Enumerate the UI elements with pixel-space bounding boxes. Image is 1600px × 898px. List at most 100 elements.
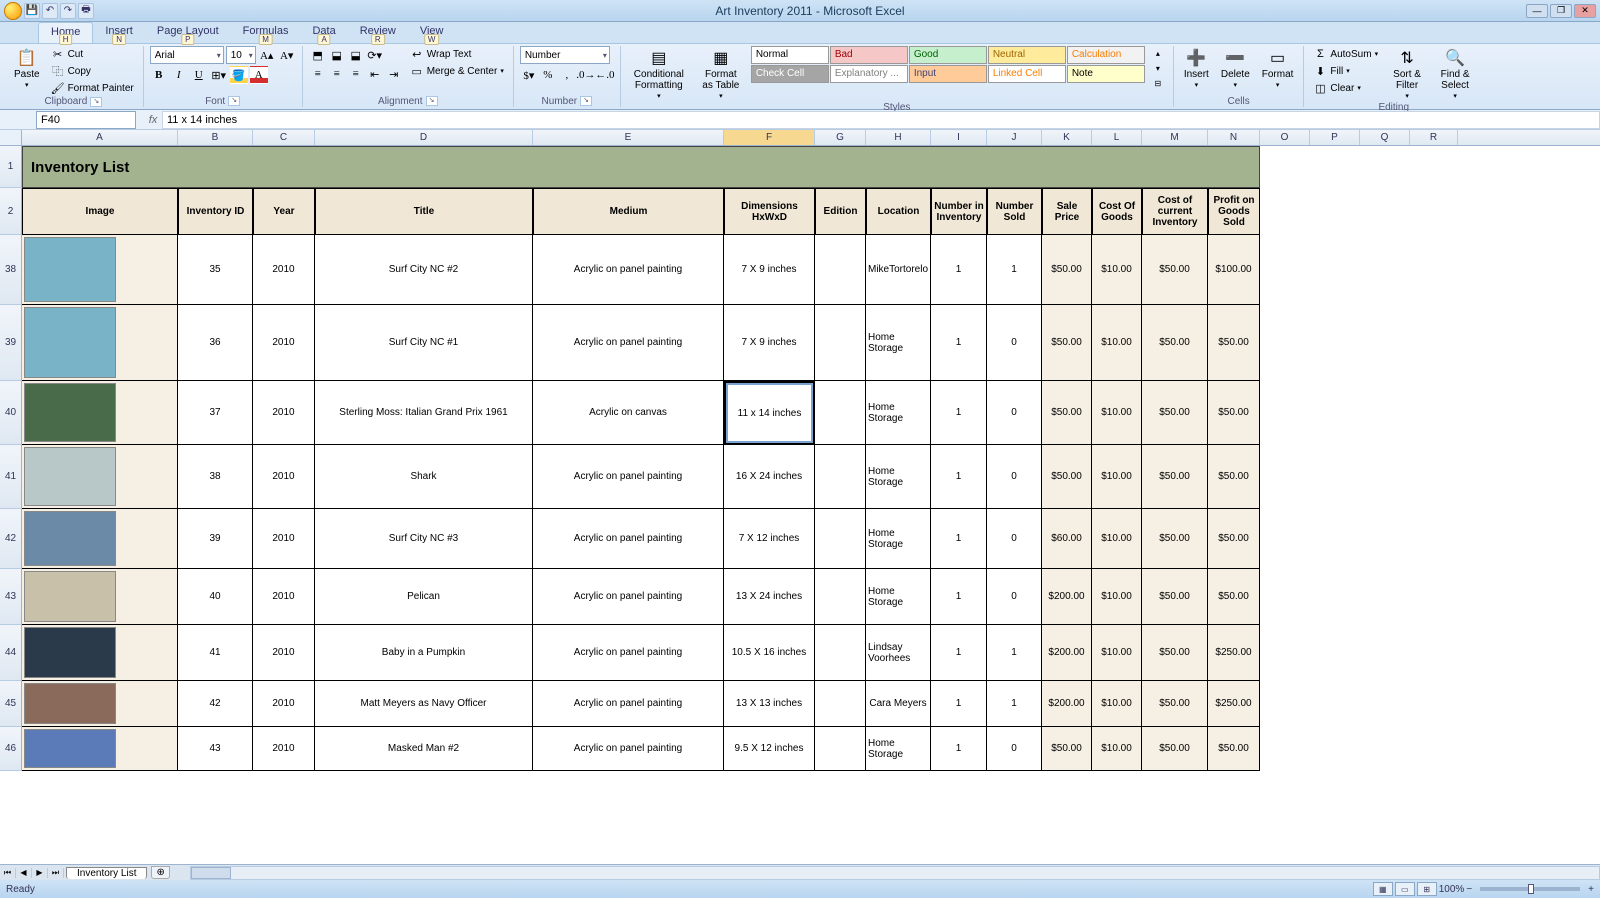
col-header-D[interactable]: D: [315, 130, 533, 145]
decrease-decimal-button[interactable]: ←.0: [596, 66, 614, 84]
bold-button[interactable]: B: [150, 66, 168, 84]
cell[interactable]: Sterling Moss: Italian Grand Prix 1961: [315, 381, 533, 445]
cell[interactable]: 13 X 13 inches: [724, 681, 815, 727]
cell[interactable]: $100.00: [1208, 235, 1260, 305]
cell[interactable]: Surf City NC #1: [315, 305, 533, 381]
cell[interactable]: Matt Meyers as Navy Officer: [315, 681, 533, 727]
style-normal[interactable]: Normal: [751, 46, 829, 64]
col-header-cell[interactable]: Medium: [533, 188, 724, 235]
col-header-cell[interactable]: Year: [253, 188, 315, 235]
cell[interactable]: 1: [931, 681, 987, 727]
italic-button[interactable]: I: [170, 66, 188, 84]
col-header-N[interactable]: N: [1208, 130, 1260, 145]
cell[interactable]: 2010: [253, 305, 315, 381]
cell[interactable]: 0: [987, 569, 1042, 625]
align-top-button[interactable]: ⬒: [309, 46, 327, 64]
col-header-cell[interactable]: Edition: [815, 188, 866, 235]
cell[interactable]: $50.00: [1142, 727, 1208, 771]
col-header-M[interactable]: M: [1142, 130, 1208, 145]
cell[interactable]: Acrylic on panel painting: [533, 305, 724, 381]
align-middle-button[interactable]: ⬓: [328, 46, 346, 64]
cell[interactable]: 7 X 9 inches: [724, 305, 815, 381]
style-linked-cell[interactable]: Linked Cell: [988, 65, 1066, 83]
cell[interactable]: 1: [931, 569, 987, 625]
fill-color-button[interactable]: 🪣: [230, 66, 248, 84]
cell[interactable]: 13 X 24 inches: [724, 569, 815, 625]
row-header[interactable]: 45: [0, 681, 22, 727]
new-sheet-button[interactable]: ⊕: [151, 866, 169, 879]
paste-button[interactable]: 📋 Paste ▾: [10, 46, 44, 91]
cell[interactable]: $10.00: [1092, 727, 1142, 771]
increase-indent-button[interactable]: ⇥: [385, 65, 403, 83]
cell[interactable]: 36: [178, 305, 253, 381]
cell[interactable]: Baby in a Pumpkin: [315, 625, 533, 681]
zoom-thumb[interactable]: [1528, 884, 1534, 894]
tab-insert[interactable]: InsertN: [93, 22, 145, 43]
cell[interactable]: Acrylic on panel painting: [533, 569, 724, 625]
close-button[interactable]: ✕: [1574, 4, 1596, 18]
cell[interactable]: $10.00: [1092, 235, 1142, 305]
find-select-button[interactable]: 🔍Find & Select▾: [1433, 46, 1477, 102]
style-good[interactable]: Good: [909, 46, 987, 64]
font-size-combo[interactable]: 10: [226, 46, 256, 64]
cell[interactable]: 1: [931, 509, 987, 569]
cell[interactable]: $10.00: [1092, 381, 1142, 445]
col-header-L[interactable]: L: [1092, 130, 1142, 145]
col-header-cell[interactable]: Number in Inventory: [931, 188, 987, 235]
minimize-button[interactable]: —: [1526, 4, 1548, 18]
decrease-indent-button[interactable]: ⇤: [366, 65, 384, 83]
cell[interactable]: Surf City NC #3: [315, 509, 533, 569]
cell[interactable]: Home Storage: [866, 509, 931, 569]
cell[interactable]: [815, 625, 866, 681]
col-header-H[interactable]: H: [866, 130, 931, 145]
cell[interactable]: $10.00: [1092, 625, 1142, 681]
sheet-nav-next[interactable]: ▶: [32, 868, 48, 878]
cell[interactable]: [815, 445, 866, 509]
wrap-text-button[interactable]: ↩Wrap Text: [407, 46, 507, 62]
cell[interactable]: $50.00: [1042, 305, 1092, 381]
cell[interactable]: Home Storage: [866, 381, 931, 445]
cell[interactable]: Acrylic on panel painting: [533, 727, 724, 771]
office-button[interactable]: [4, 2, 22, 20]
cell[interactable]: $50.00: [1142, 381, 1208, 445]
undo-icon[interactable]: ↶: [42, 3, 58, 19]
grow-font-button[interactable]: A▴: [258, 46, 276, 64]
cell[interactable]: Home Storage: [866, 727, 931, 771]
align-bottom-button[interactable]: ⬓: [347, 46, 365, 64]
autosum-button[interactable]: ΣAutoSum▾: [1310, 46, 1381, 62]
style-neutral[interactable]: Neutral: [988, 46, 1066, 64]
cell[interactable]: [815, 681, 866, 727]
zoom-slider[interactable]: [1480, 887, 1580, 891]
row-header[interactable]: 43: [0, 569, 22, 625]
cell[interactable]: 39: [178, 509, 253, 569]
column-headers[interactable]: ABCDEFGHIJKLMNOPQR: [0, 130, 1600, 146]
style-note[interactable]: Note: [1067, 65, 1145, 83]
col-header-G[interactable]: G: [815, 130, 866, 145]
align-center-button[interactable]: ≡: [328, 65, 346, 83]
cell[interactable]: [815, 235, 866, 305]
cell[interactable]: $50.00: [1142, 509, 1208, 569]
print-icon[interactable]: 🖶: [78, 3, 94, 19]
cell[interactable]: $50.00: [1142, 235, 1208, 305]
clear-button[interactable]: ◫Clear▾: [1310, 80, 1381, 96]
cell[interactable]: Acrylic on panel painting: [533, 445, 724, 509]
cell[interactable]: Acrylic on panel painting: [533, 681, 724, 727]
col-header-R[interactable]: R: [1410, 130, 1458, 145]
cell[interactable]: 38: [178, 445, 253, 509]
zoom-out-button[interactable]: −: [1466, 884, 1472, 895]
cell[interactable]: $50.00: [1208, 509, 1260, 569]
clipboard-launcher[interactable]: ↘: [90, 97, 102, 107]
col-header-E[interactable]: E: [533, 130, 724, 145]
cell[interactable]: 7 X 9 inches: [724, 235, 815, 305]
horizontal-scrollbar[interactable]: [190, 866, 1600, 880]
alignment-launcher[interactable]: ↘: [426, 96, 438, 106]
number-launcher[interactable]: ↘: [580, 96, 592, 106]
format-painter-button[interactable]: 🖌Format Painter: [48, 80, 137, 96]
cell[interactable]: Home Storage: [866, 305, 931, 381]
cell[interactable]: $10.00: [1092, 305, 1142, 381]
cell[interactable]: [22, 509, 178, 569]
cell[interactable]: 11 x 14 inches: [724, 381, 815, 445]
col-header-O[interactable]: O: [1260, 130, 1310, 145]
cell[interactable]: 2010: [253, 509, 315, 569]
save-icon[interactable]: 💾: [24, 3, 40, 19]
